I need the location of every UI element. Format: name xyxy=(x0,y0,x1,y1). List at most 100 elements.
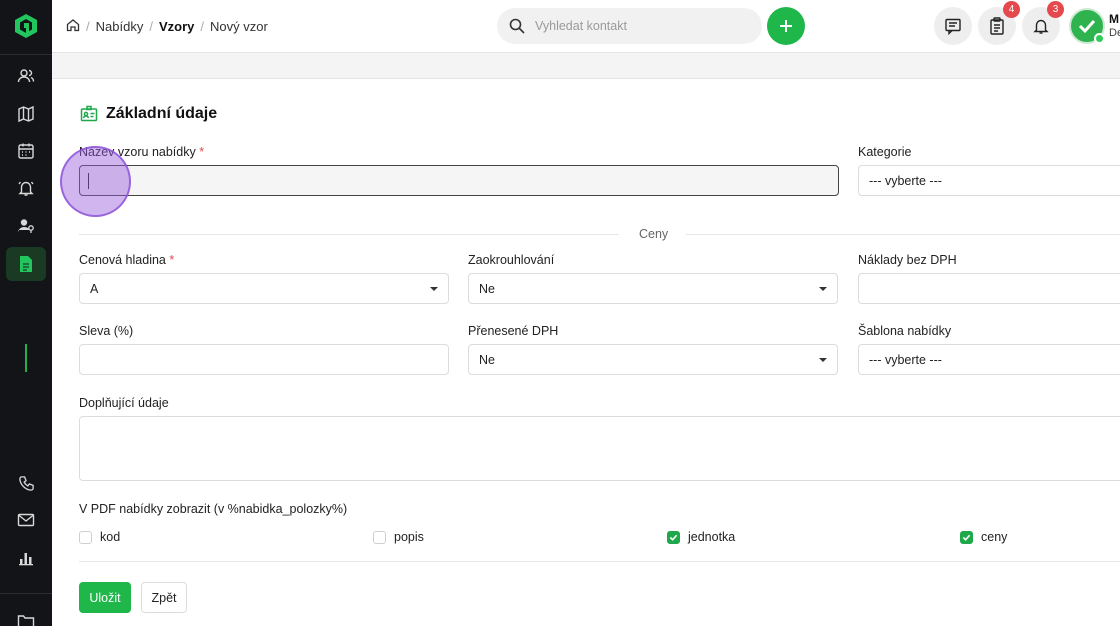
sidebar-item-user-help[interactable] xyxy=(6,209,46,243)
document-icon xyxy=(20,256,32,272)
chevron-down-icon xyxy=(430,287,438,291)
vat-label: Přenesené DPH xyxy=(468,324,559,338)
sidebar-item-contacts[interactable] xyxy=(6,59,46,93)
checkbox-label: kod xyxy=(100,530,121,544)
breadcrumb-item-offers[interactable]: Nabídky xyxy=(96,19,144,34)
vat-select[interactable]: Ne xyxy=(468,344,838,375)
user-help-icon xyxy=(18,219,34,233)
search-icon xyxy=(509,18,525,34)
section-title-text: Základní údaje xyxy=(106,105,218,122)
contacts-icon xyxy=(17,69,35,83)
template-value: --- vyberte --- xyxy=(869,352,942,367)
sidebar-divider xyxy=(0,54,52,55)
plus-icon xyxy=(780,20,792,32)
messages-button[interactable] xyxy=(934,7,972,45)
bell-icon xyxy=(18,181,34,196)
discount-label: Sleva (%) xyxy=(79,324,134,338)
category-label: Kategorie xyxy=(858,145,912,159)
costs-label: Náklady bez DPH xyxy=(858,253,957,267)
chevron-down-icon xyxy=(819,287,827,291)
notes-label: Doplňující údaje xyxy=(79,396,169,410)
price-level-select[interactable]: A xyxy=(79,273,449,304)
checkbox[interactable] xyxy=(960,530,973,544)
required-mark: * xyxy=(199,145,205,159)
discount-input[interactable] xyxy=(79,344,449,375)
mail-icon xyxy=(17,513,35,527)
template-label: Šablona nabídky xyxy=(858,324,952,338)
checkbox-kod[interactable]: kod xyxy=(79,530,120,544)
calendar-icon xyxy=(18,143,34,159)
tasks-button[interactable]: 4 xyxy=(978,1,1020,45)
price-level-label-text: Cenová hladina xyxy=(79,253,166,267)
user-subtitle: De xyxy=(1109,27,1120,39)
price-level-value: A xyxy=(90,281,99,296)
sidebar-item-stats[interactable] xyxy=(6,541,46,575)
chevron-down-icon xyxy=(819,358,827,362)
breadcrumb-item-templates[interactable]: Vzory xyxy=(159,19,194,34)
notifications-badge: 3 xyxy=(1047,1,1064,18)
checkbox-jednotka[interactable]: jednotka xyxy=(667,530,735,544)
back-button[interactable]: Zpět xyxy=(141,582,187,613)
rounding-label: Zaokrouhlování xyxy=(468,253,555,267)
checkbox-label: ceny xyxy=(981,530,1008,544)
folder-icon xyxy=(17,615,35,626)
search-input[interactable] xyxy=(535,19,735,33)
breadcrumb-separator: / xyxy=(149,19,153,34)
notes-textarea[interactable] xyxy=(79,416,1120,481)
sidebar-item-files[interactable] xyxy=(6,604,46,626)
home-icon[interactable] xyxy=(66,18,80,35)
add-button[interactable] xyxy=(767,7,805,45)
prices-divider-label: Ceny xyxy=(639,227,669,241)
checkbox-label: jednotka xyxy=(688,530,736,544)
sidebar-item-phone[interactable] xyxy=(6,466,46,500)
template-select[interactable]: --- vyberte --- xyxy=(858,344,1120,375)
sub-toolbar xyxy=(52,53,1120,79)
avatar[interactable] xyxy=(1069,8,1105,44)
sidebar-item-offers[interactable] xyxy=(6,247,46,281)
save-button[interactable]: Uložit xyxy=(79,582,131,613)
bell-icon xyxy=(1033,19,1049,34)
price-level-label: Cenová hladina * xyxy=(79,253,174,267)
checkbox-popis[interactable]: popis xyxy=(373,530,424,544)
divider-right xyxy=(686,234,1120,235)
required-mark: * xyxy=(169,253,175,267)
app-logo[interactable] xyxy=(13,13,39,39)
category-select[interactable]: --- vyberte --- xyxy=(858,165,1120,196)
name-label-text: Název vzoru nabídky xyxy=(79,145,196,159)
checkbox[interactable] xyxy=(667,530,680,544)
breadcrumb: / Nabídky / Vzory / Nový vzor xyxy=(66,18,268,35)
rounding-select[interactable]: Ne xyxy=(468,273,838,304)
online-indicator xyxy=(1094,33,1105,44)
check-icon xyxy=(962,534,971,541)
phone-icon xyxy=(18,475,34,491)
checkbox[interactable] xyxy=(79,530,92,544)
breadcrumb-separator: / xyxy=(200,19,204,34)
name-label: Název vzoru nabídky * xyxy=(79,145,204,159)
sidebar-item-map[interactable] xyxy=(6,97,46,131)
costs-input[interactable] xyxy=(858,273,1120,304)
breadcrumb-item-current: Nový vzor xyxy=(209,19,268,34)
top-header: / Nabídky / Vzory / Nový vzor 4 3 M De xyxy=(52,0,1120,53)
sidebar-indicator xyxy=(25,344,27,372)
section-title: Základní údaje xyxy=(80,105,217,123)
check-icon xyxy=(1078,19,1096,34)
notifications-button[interactable]: 3 xyxy=(1022,1,1064,45)
chart-icon xyxy=(19,553,33,566)
divider-left xyxy=(79,234,619,235)
sidebar xyxy=(0,0,52,626)
sidebar-item-mail[interactable] xyxy=(6,503,46,537)
sidebar-item-calendar[interactable] xyxy=(6,134,46,168)
checkbox[interactable] xyxy=(373,530,386,544)
message-icon xyxy=(945,18,961,35)
name-input[interactable] xyxy=(79,165,839,196)
sidebar-item-reminders[interactable] xyxy=(6,171,46,205)
id-card-icon xyxy=(80,105,98,122)
vat-value: Ne xyxy=(479,352,495,367)
text-cursor xyxy=(88,173,89,189)
checkbox-label: popis xyxy=(394,530,424,544)
breadcrumb-separator: / xyxy=(86,19,90,34)
pdf-options-label: V PDF nabídky zobrazit (v %nabidka_poloz… xyxy=(79,502,348,516)
checkbox-ceny[interactable]: ceny xyxy=(960,530,1007,544)
sidebar-divider xyxy=(0,593,52,594)
search-bar[interactable] xyxy=(497,8,762,44)
